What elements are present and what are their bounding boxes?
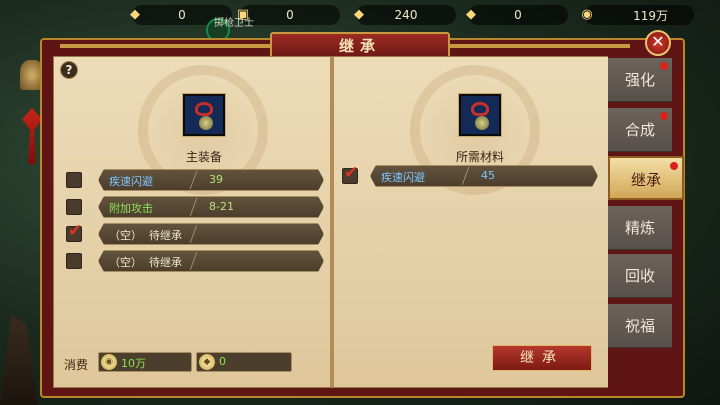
tab-refine[interactable]: 精炼	[608, 206, 672, 250]
tab-bless[interactable]: 祝福	[608, 304, 672, 348]
row-checkbox[interactable]	[66, 199, 82, 215]
notification-dot	[660, 62, 668, 70]
attribute-name: 附加攻击	[109, 202, 153, 215]
gold-ingot-icon: ◆	[199, 354, 215, 370]
bar-divider	[190, 225, 215, 243]
resource-silver: ◆ 240	[354, 5, 456, 25]
tab-recycle[interactable]: 回收	[608, 254, 672, 298]
pendant-icon	[195, 102, 213, 116]
tab-strengthen[interactable]: 强化	[608, 58, 672, 102]
left-row-2[interactable]: 附加攻击 8-21	[64, 196, 324, 218]
resource-coin: ◉ 119万	[581, 5, 694, 25]
attribute-name: 疾速闪避	[109, 175, 153, 188]
left-row-1[interactable]: 疾速闪避 39	[64, 169, 324, 191]
close-button[interactable]: ✕	[645, 30, 671, 56]
tab-label: 精炼	[624, 219, 655, 237]
header-ornament-right	[450, 44, 630, 48]
orb-icon	[199, 116, 213, 130]
notification-dot	[670, 162, 678, 170]
attribute-bar: （空） 待继承	[98, 250, 324, 272]
resource-ticket-value: 0	[286, 8, 294, 22]
attribute-value: 8-21	[209, 200, 234, 213]
attribute-value: 39	[209, 173, 223, 186]
notification-dot	[660, 112, 668, 120]
orb-icon	[475, 116, 489, 130]
attribute-bar: 附加攻击 8-21	[98, 196, 324, 218]
checkmark-icon: ✔	[68, 221, 83, 241]
resource-ticket: ▣ 0	[237, 5, 340, 25]
attribute-bar: （空） 待继承	[98, 223, 324, 245]
cost-label: 消费	[64, 358, 89, 372]
help-button[interactable]: ?	[60, 61, 78, 79]
tab-label: 合成	[624, 121, 655, 139]
material-panel: 所需材料 ✔ 疾速闪避 45	[334, 57, 608, 387]
left-row-4[interactable]: （空） 待继承	[64, 250, 324, 272]
tab-label: 祝福	[624, 317, 655, 335]
attribute-bar: 疾速闪避 45	[370, 165, 598, 187]
resource-bound-gold: ◆ 0	[466, 5, 568, 25]
row-checkbox-checked[interactable]: ✔	[342, 163, 358, 184]
pending-text: 待继承	[149, 229, 182, 242]
attribute-name: 疾速闪避	[381, 171, 425, 184]
main-equipment-panel: ? 主装备 疾速闪避 39 附加攻击 8-21 ✔ （空） 待继承 （空） 待继…	[54, 57, 330, 387]
bar-divider	[190, 252, 215, 270]
inherit-button[interactable]: 继承	[492, 345, 592, 371]
resource-coin-value: 119万	[633, 8, 668, 23]
attribute-value: 45	[481, 169, 495, 182]
tab-inherit[interactable]: 继承	[608, 156, 684, 200]
side-tabs: 强化 合成 继承 精炼 回收 祝福	[608, 58, 684, 384]
right-row-1[interactable]: ✔ 疾速闪避 45	[340, 163, 600, 187]
attribute-name: （空）	[109, 256, 142, 269]
cost-ingot: ◆ 0	[196, 352, 292, 372]
cost-coin-value: 10万	[121, 357, 146, 370]
cost-ingot-value: 0	[219, 355, 226, 368]
row-checkbox[interactable]	[66, 172, 82, 188]
tab-synthesize[interactable]: 合成	[608, 108, 672, 152]
coin-icon: ◉	[101, 354, 117, 370]
coin-icon: ◉	[581, 6, 593, 22]
resource-bound-gold-value: 0	[514, 8, 522, 22]
material-slot[interactable]	[458, 93, 502, 137]
resource-bar: ◆ 0 ▣ 0 ◆ 240 ◆ 0 ◉ 119万	[0, 0, 720, 32]
attribute-name: （空）	[109, 229, 142, 242]
cost-coin: ◉ 10万	[98, 352, 192, 372]
inherit-panel: ? 主装备 疾速闪避 39 附加攻击 8-21 ✔ （空） 待继承 （空） 待继…	[53, 56, 608, 388]
row-checkbox[interactable]	[66, 253, 82, 269]
main-equipment-label: 主装备	[185, 150, 222, 164]
tab-label: 继承	[630, 171, 661, 189]
resource-silver-value: 240	[394, 8, 418, 22]
pending-text: 待继承	[149, 256, 182, 269]
player-tag: 掷枪卫士	[214, 18, 254, 29]
pendant-icon	[471, 102, 489, 116]
attribute-bar: 疾速闪避 39	[98, 169, 324, 191]
checkmark-icon: ✔	[344, 163, 359, 183]
tab-label: 强化	[624, 71, 655, 89]
header-ornament-left	[60, 44, 270, 48]
main-equipment-slot[interactable]	[182, 93, 226, 137]
row-checkbox-checked[interactable]: ✔	[66, 221, 82, 242]
left-row-3[interactable]: ✔ （空） 待继承	[64, 221, 324, 245]
material-label: 所需材料	[455, 150, 504, 164]
tab-label: 回收	[624, 267, 655, 285]
